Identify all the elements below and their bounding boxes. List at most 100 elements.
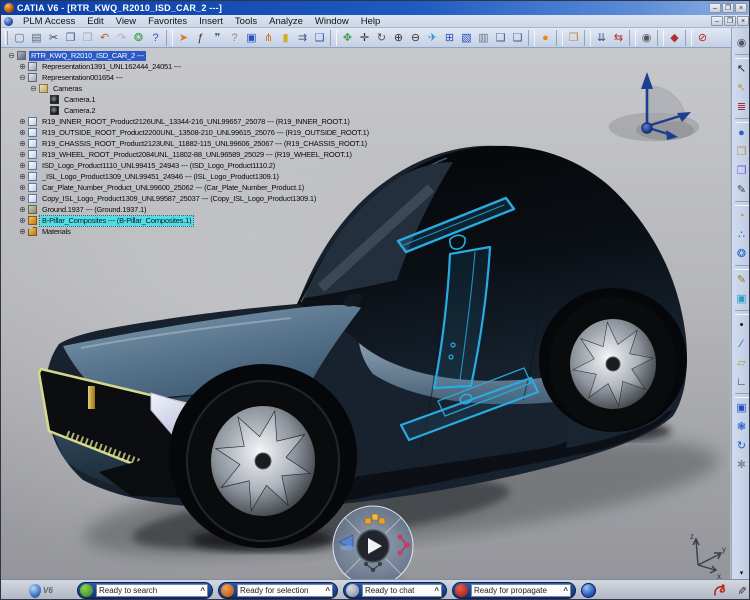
search-ready-icon[interactable] — [80, 584, 93, 597]
tree-expander[interactable] — [7, 51, 16, 60]
doc-close-button[interactable]: × — [737, 16, 749, 26]
assembly-spheres-icon[interactable]: ∴ — [733, 226, 750, 245]
tree-expander[interactable] — [18, 227, 27, 236]
zoom-in-icon[interactable]: ⊕ — [390, 30, 407, 46]
links-manager-icon[interactable]: ⇉ — [294, 30, 311, 46]
user-avatar-icon[interactable] — [581, 583, 596, 598]
select-cursor-icon[interactable]: ↖ — [733, 60, 750, 79]
propagate-managed-icon[interactable]: ⇆ — [610, 30, 627, 46]
sketch-tools-icon[interactable]: ✎ — [733, 181, 750, 200]
fly-mode-icon[interactable]: ➤ — [175, 30, 192, 46]
insert-existing-icon[interactable]: ▣ — [733, 399, 750, 418]
create-plane-icon[interactable]: ▱ — [733, 354, 750, 373]
tree-expander[interactable] — [18, 150, 27, 159]
doc-minimize-button[interactable]: – — [711, 16, 723, 26]
components-window-icon[interactable]: ❐ — [733, 162, 750, 181]
tree-expander[interactable] — [18, 62, 27, 71]
minimize-button[interactable]: – — [709, 3, 721, 13]
screen-b-icon[interactable]: ❑ — [509, 30, 526, 46]
copy-icon[interactable]: ❐ — [62, 30, 79, 46]
selection-sets-icon[interactable]: ↖ — [733, 79, 750, 98]
catalog-folder-icon[interactable]: ❒ — [733, 143, 750, 162]
status-field[interactable]: Ready to search ^ — [96, 584, 208, 597]
selection-ready-icon[interactable] — [221, 584, 234, 597]
pan-icon[interactable]: ✛ — [356, 30, 373, 46]
tree-expander[interactable] — [18, 194, 27, 203]
no-show-icon[interactable]: ⊘ — [694, 30, 711, 46]
tree-item[interactable]: Cameras — [5, 83, 355, 94]
design-tree-icon[interactable]: ⋔ — [260, 30, 277, 46]
gear-cluster-icon[interactable]: ❃ — [733, 418, 750, 437]
tree-item[interactable]: Copy_ISL_Logo_Product1309_UNL99587_25037… — [5, 193, 355, 204]
rotate-icon[interactable]: ↻ — [373, 30, 390, 46]
display-window-icon[interactable]: ▣ — [243, 30, 260, 46]
layer-filter-icon[interactable]: ≣ — [733, 98, 750, 117]
tree-expander[interactable] — [18, 73, 27, 82]
status-field[interactable]: Ready for propagate ^ — [471, 584, 571, 597]
tree-item[interactable]: Representation001654 --- — [5, 72, 355, 83]
help-icon[interactable]: ? — [226, 30, 243, 46]
new-document-icon[interactable]: ▢ — [11, 30, 28, 46]
sphere-gear-icon[interactable]: ❂ — [733, 245, 750, 264]
tree-item[interactable]: Representation1391_UNL162444_24051 --- — [5, 61, 355, 72]
tree-item[interactable]: B-Pillar_Composites --- (B-Pillar_Compos… — [5, 215, 355, 226]
menu-item[interactable]: View — [110, 16, 142, 27]
menu-item[interactable]: Analyze — [263, 16, 309, 27]
menu-item[interactable]: PLM Access — [17, 16, 81, 27]
view-pie-menu[interactable] — [333, 506, 413, 579]
status-field[interactable]: Ready to chat ^ — [362, 584, 442, 597]
tree-item[interactable]: Camera.2 — [5, 105, 355, 116]
update-globe-icon[interactable]: ❂ — [130, 30, 147, 46]
menu-item[interactable]: Window — [309, 16, 355, 27]
tree-item[interactable]: Materials — [5, 226, 355, 237]
menu-item[interactable]: Favorites — [142, 16, 193, 27]
fit-all-icon[interactable]: ✥ — [339, 30, 356, 46]
chat-ready-icon[interactable] — [346, 584, 359, 597]
bounding-box-icon[interactable]: ▣ — [733, 290, 750, 309]
chat-bubble-icon[interactable]: ❞ — [209, 30, 226, 46]
swirl-tool-icon[interactable]: ◔ — [733, 207, 750, 226]
caret-up-icon[interactable]: ^ — [563, 587, 568, 595]
viewport[interactable]: z y x RTR_KWQ_R2010_ISD_CAR_2 --- — [1, 48, 731, 579]
caret-up-icon[interactable]: ^ — [200, 587, 205, 595]
edit-definition-icon[interactable]: ✎ — [733, 271, 750, 290]
print-icon[interactable]: ▤ — [28, 30, 45, 46]
tree-item[interactable]: RTR_KWQ_R2010_ISD_CAR_2 --- — [5, 50, 355, 61]
toolbar-grip[interactable] — [5, 31, 8, 45]
window-panes-icon[interactable]: ❑ — [311, 30, 328, 46]
tree-expander[interactable] — [18, 139, 27, 148]
screen-a-icon[interactable]: ❑ — [492, 30, 509, 46]
cut-icon[interactable]: ✂ — [45, 30, 62, 46]
paste-icon[interactable]: ❒ — [79, 30, 96, 46]
save-managed-icon[interactable]: ⇊ — [593, 30, 610, 46]
knowledge-gear-icon[interactable]: ✱ — [733, 456, 750, 475]
menu-item[interactable]: Edit — [81, 16, 109, 27]
fly-up-icon[interactable]: ✈ — [424, 30, 441, 46]
tree-expander[interactable] — [18, 183, 27, 192]
plm-world-icon[interactable]: ● — [733, 124, 750, 143]
tree-item[interactable]: R19_OUTSIDE_ROOT_Product2200UNL_13508-21… — [5, 127, 355, 138]
report-catalog-icon[interactable]: ◆ — [666, 30, 683, 46]
tree-item[interactable]: Car_Plate_Number_Product_UNL99600_25062 … — [5, 182, 355, 193]
whats-this-help-icon[interactable]: ? — [147, 30, 164, 46]
multi-view-icon[interactable]: ⊞ — [441, 30, 458, 46]
zoom-out-icon[interactable]: ⊖ — [407, 30, 424, 46]
undo-icon[interactable]: ↶ — [96, 30, 113, 46]
status-field[interactable]: Ready for selection ^ — [237, 584, 333, 597]
update-status-icon[interactable]: ↻ — [733, 437, 750, 456]
create-point-icon[interactable]: • — [733, 316, 750, 335]
lock-icon[interactable]: ▮ — [277, 30, 294, 46]
tree-item[interactable]: R19_INNER_ROOT_Product2126UNL_13344-216_… — [5, 116, 355, 127]
close-button[interactable]: × — [735, 3, 747, 13]
create-line-icon[interactable]: ∕ — [733, 335, 750, 354]
redo-icon[interactable]: ↷ — [113, 30, 130, 46]
render-style-icon[interactable]: ▥ — [475, 30, 492, 46]
tree-expander[interactable] — [29, 84, 38, 93]
restore-button[interactable]: ❐ — [722, 3, 734, 13]
render-tools-icon[interactable]: ◉ — [733, 34, 750, 53]
material-sphere-icon[interactable]: ● — [537, 30, 554, 46]
capture-icon[interactable]: ◉ — [638, 30, 655, 46]
tree-item[interactable]: R19_WHEEL_ROOT_Product2084UNL_11802-88_U… — [5, 149, 355, 160]
tree-expander[interactable] — [18, 117, 27, 126]
iso-view-icon[interactable]: ▧ — [458, 30, 475, 46]
